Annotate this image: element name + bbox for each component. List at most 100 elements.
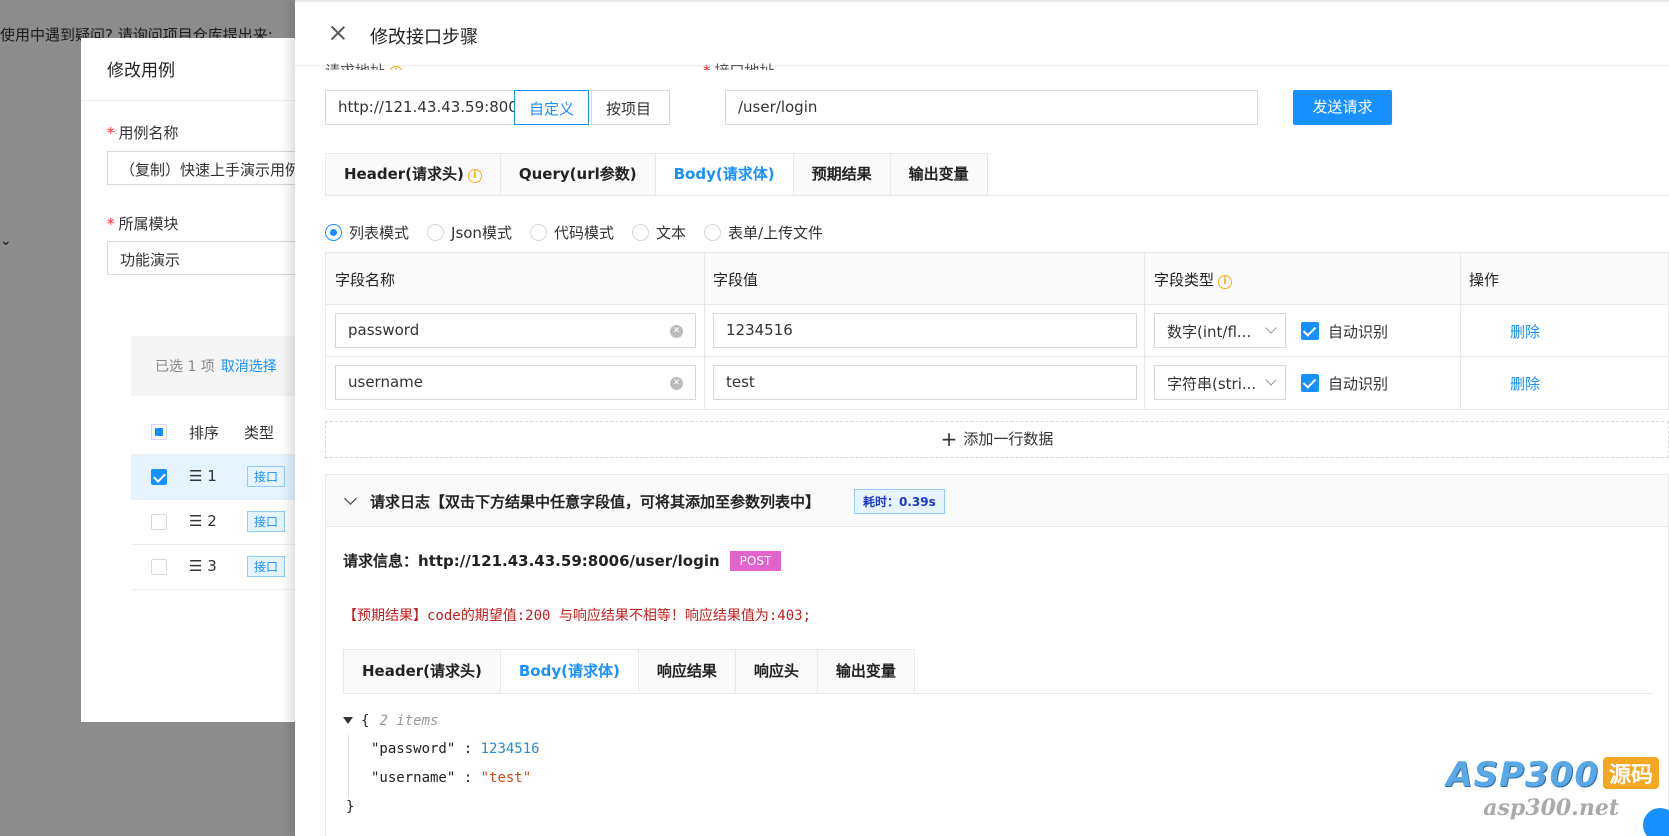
modal-title: 修改用例 (107, 61, 175, 81)
divider (1460, 305, 1461, 356)
plus-icon: + (940, 427, 958, 451)
table-row: password ✕ 1234516 数字(int/fl... 自动识别 删除 (326, 305, 1668, 357)
divider (1460, 357, 1461, 409)
auto-detect-label: 自动识别 (1328, 323, 1389, 341)
custom-button[interactable]: 自定义 (514, 90, 590, 125)
row-checkbox[interactable] (151, 559, 167, 575)
cancel-select-link[interactable]: 取消选择 (221, 359, 277, 375)
method-badge: POST (729, 551, 782, 571)
radio-json-mode[interactable]: Json模式 (427, 222, 512, 243)
tab-log-body[interactable]: Body(请求体) (499, 649, 638, 694)
row-checkbox[interactable] (151, 469, 167, 485)
table-row: username ✕ test 字符串(stri... 自动识别 删除 (326, 357, 1668, 409)
table-row[interactable]: ☰ 3 接口 (131, 545, 300, 590)
drawer-header: 修改接口步骤 (295, 2, 1669, 66)
row-checkbox[interactable] (151, 514, 167, 530)
table-header-row: 字段名称 字段值 字段类型 i 操作 (326, 253, 1668, 305)
field-type-select[interactable]: 字符串(stri... (1154, 365, 1286, 400)
radio-dot[interactable] (325, 224, 342, 241)
radio-list-mode[interactable]: 列表模式 (325, 222, 409, 243)
field-value-input[interactable]: test (713, 365, 1137, 400)
delete-link[interactable]: 删除 (1510, 321, 1540, 342)
tab-log-response-headers[interactable]: 响应头 (734, 649, 817, 694)
json-close-brace: } (346, 799, 355, 815)
type-tag: 接口 (247, 511, 286, 532)
radio-code-mode[interactable]: 代码模式 (529, 222, 614, 243)
params-table: 字段名称 字段值 字段类型 i 操作 password ✕ 1234516 数字(i… (325, 252, 1669, 410)
case-name-input[interactable]: （复制）快速上手演示用例 (107, 151, 307, 185)
log-header[interactable]: 请求日志【双击下方结果中任意字段值，可将其添加至参数列表中】 耗时：0.39s (326, 475, 1668, 527)
table-row[interactable]: ☰ 2 接口 (131, 500, 300, 545)
info-icon: i (389, 66, 404, 70)
radio-text-mode[interactable]: 文本 (631, 222, 686, 243)
radio-dot[interactable] (703, 224, 721, 241)
col-action: 操作 (1469, 271, 1500, 289)
tab-log-header[interactable]: Header(请求头) (343, 649, 500, 694)
auto-detect-checkbox[interactable] (1301, 374, 1319, 392)
chevron-down-icon (1265, 374, 1277, 386)
col-field-value: 字段值 (713, 271, 759, 289)
tab-log-output-vars[interactable]: 输出变量 (816, 649, 915, 694)
selection-bar: 已选 1 项取消选择 (131, 336, 300, 396)
table-row[interactable]: ☰ 1 接口 (131, 455, 300, 500)
type-tag: 接口 (247, 466, 286, 487)
request-addr-label: 请求地址i (325, 60, 404, 70)
module-select[interactable]: 功能演示 (107, 241, 307, 275)
caret-down-icon[interactable] (343, 717, 353, 724)
send-request-button[interactable]: 发送请求 (1293, 90, 1392, 125)
divider (1460, 253, 1461, 304)
expect-result-message: 【预期结果】code的期望值:200 与响应结果不相等！响应结果值为:403; (343, 608, 812, 624)
body-mode-radio-group: 列表模式 Json模式 代码模式 文本 表单/上传文件 (325, 222, 841, 243)
tab-header[interactable]: Header(请求头) i (325, 153, 500, 196)
json-field[interactable]: "password" : 1234516 (371, 741, 540, 757)
row-order[interactable]: ☰ 1 (189, 467, 217, 485)
drawer-title: 修改接口步骤 (370, 27, 478, 48)
request-info: 请求信息：http://121.43.43.59:8006/user/login… (343, 550, 782, 571)
radio-dot[interactable] (631, 224, 649, 241)
radio-dot[interactable] (427, 224, 445, 241)
tab-expected[interactable]: 预期结果 (792, 153, 890, 196)
row-order[interactable]: ☰ 2 (189, 512, 217, 530)
clear-icon[interactable]: ✕ (670, 325, 683, 338)
field-type-select[interactable]: 数字(int/fl... (1154, 313, 1286, 348)
divider (704, 357, 705, 409)
field-name-input[interactable]: password ✕ (335, 313, 696, 348)
tab-output-vars[interactable]: 输出变量 (889, 153, 988, 196)
divider (704, 253, 705, 304)
auto-detect-checkbox[interactable] (1301, 322, 1319, 340)
help-float-icon[interactable] (1643, 808, 1669, 836)
edit-step-drawer: 修改接口步骤 请求地址i *接口地址 http://121.43.43.59:8… (295, 0, 1669, 836)
divider (1144, 357, 1145, 409)
module-label: * 所属模块 (107, 215, 179, 233)
radio-dot[interactable] (529, 224, 547, 241)
row-order[interactable]: ☰ 3 (189, 557, 217, 575)
add-row-button[interactable]: + 添加一行数据 (325, 421, 1669, 458)
selection-text: 已选 1 项取消选择 (155, 359, 277, 375)
field-value-input[interactable]: 1234516 (713, 313, 1137, 348)
tab-body[interactable]: Body(请求体) (654, 153, 793, 196)
base-url-input[interactable]: http://121.43.43.59:8006 (325, 90, 525, 125)
path-input[interactable]: /user/login (725, 90, 1258, 125)
api-addr-label: *接口地址 (703, 60, 775, 70)
header-order: 排序 (189, 424, 220, 442)
delete-link[interactable]: 删除 (1510, 373, 1540, 394)
request-tabs: Header(请求头) i Query(url参数) Body(请求体) 预期结果… (325, 153, 988, 196)
divider (81, 100, 300, 101)
chevron-down-icon[interactable] (344, 492, 357, 505)
radio-form-mode[interactable]: 表单/上传文件 (703, 222, 823, 243)
close-icon[interactable] (329, 24, 347, 42)
by-project-button[interactable]: 按项目 (591, 90, 670, 125)
tab-query[interactable]: Query(url参数) (499, 153, 655, 196)
info-icon: i (1218, 275, 1233, 289)
field-name-input[interactable]: username ✕ (335, 365, 696, 400)
tabs-divider (343, 693, 1653, 694)
clear-icon[interactable]: ✕ (670, 377, 683, 390)
json-field[interactable]: "username" : "test" (371, 770, 531, 786)
divider (1144, 253, 1145, 304)
type-tag: 接口 (247, 556, 286, 577)
tab-log-response[interactable]: 响应结果 (637, 649, 735, 694)
select-all-checkbox[interactable] (151, 424, 167, 440)
json-guide-line (348, 735, 349, 799)
log-tabs: Header(请求头) Body(请求体) 响应结果 响应头 输出变量 (343, 649, 915, 694)
col-field-type: 字段类型 i (1154, 269, 1233, 290)
